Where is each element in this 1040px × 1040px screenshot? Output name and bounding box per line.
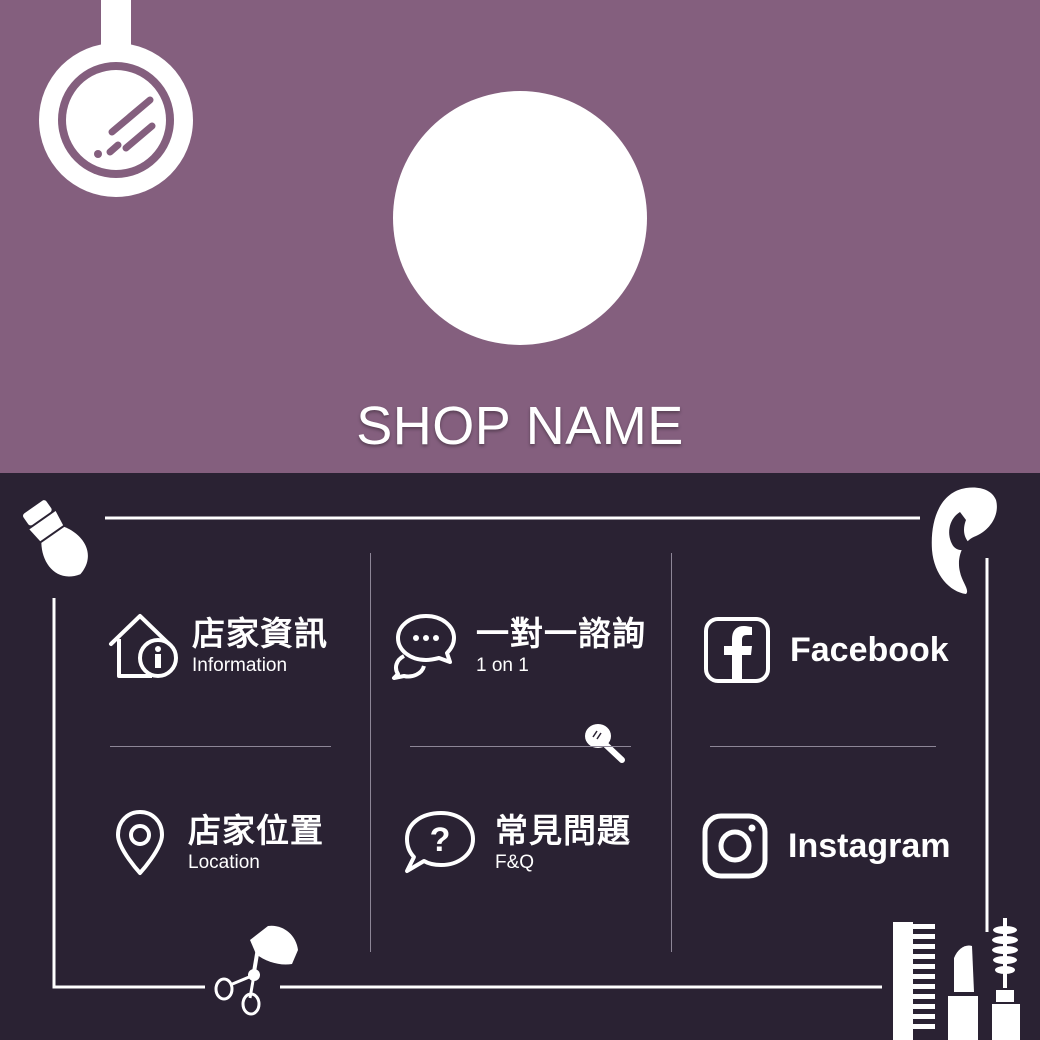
question-bubble-icon: ? — [405, 811, 475, 873]
menu-title: 店家資訊 — [192, 614, 328, 653]
column-divider — [370, 553, 371, 952]
menu-item-faq[interactable]: ? 常見問題 F&Q — [403, 809, 631, 877]
location-pin-icon — [116, 810, 164, 875]
hand-mirror-icon — [39, 0, 193, 197]
menu-subtitle: Information — [192, 655, 288, 676]
menu-title: Facebook — [790, 630, 949, 669]
column-divider — [671, 553, 672, 952]
row-divider — [710, 746, 936, 747]
mascara-icon — [992, 918, 1020, 1040]
menu-subtitle: F&Q — [495, 852, 535, 873]
menu-item-information[interactable]: 店家資訊 Information — [108, 612, 328, 680]
house-info-icon — [109, 614, 178, 678]
menu-item-instagram[interactable]: Instagram — [702, 813, 951, 879]
shop-logo-placeholder — [393, 91, 647, 345]
comb-icon — [893, 922, 935, 1040]
frame-lines — [52, 516, 989, 989]
svg-text:?: ? — [430, 821, 451, 859]
makeup-brush-icon — [23, 500, 88, 577]
menu-title: 常見問題 — [495, 811, 631, 850]
menu-subtitle: 1 on 1 — [476, 655, 529, 676]
menu-title: 店家位置 — [188, 811, 324, 850]
menu-title: Instagram — [788, 826, 951, 865]
chat-bubbles-icon — [392, 614, 456, 680]
row-divider — [410, 746, 631, 747]
menu-title: 一對一諮詢 — [476, 614, 646, 653]
instagram-icon — [702, 813, 768, 879]
shop-name: SHOP NAME — [356, 396, 684, 456]
small-mirror-icon — [585, 724, 625, 763]
menu-item-consultation[interactable]: 一對一諮詢 1 on 1 — [390, 612, 646, 680]
eyelash-curler-icon — [214, 925, 298, 1016]
lipstick-icon — [948, 945, 978, 1040]
row-divider — [110, 746, 331, 747]
menu-item-facebook[interactable]: Facebook — [704, 617, 949, 683]
menu-item-location[interactable]: 店家位置 Location — [114, 809, 324, 877]
menu-subtitle: Location — [188, 852, 260, 873]
facebook-icon — [704, 617, 770, 683]
